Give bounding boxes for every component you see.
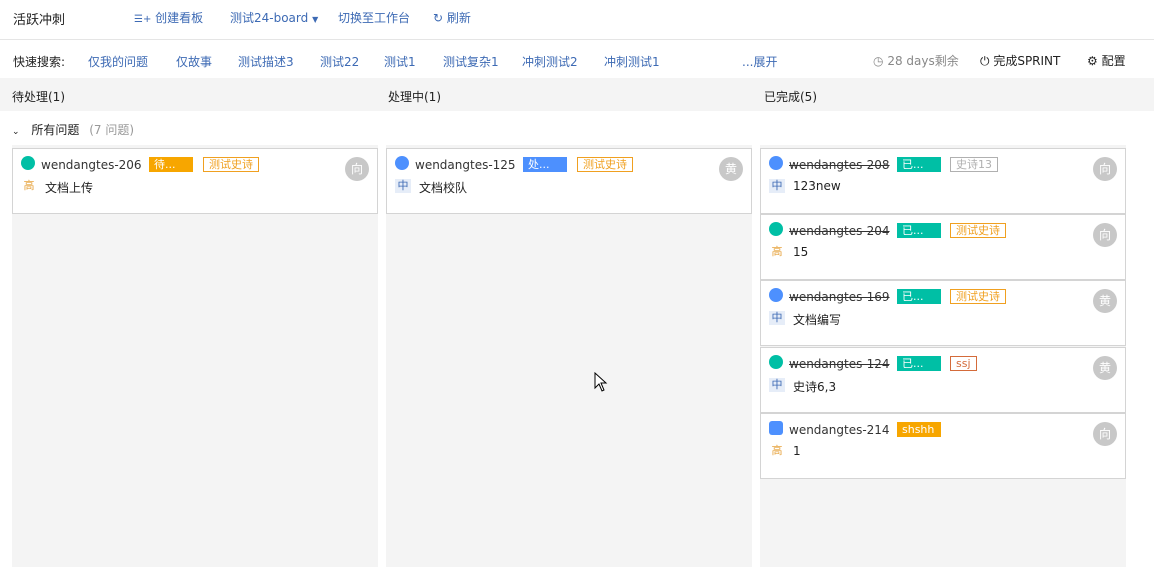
issue-key[interactable]: wendangtes-169 (789, 290, 890, 304)
issue-card[interactable]: wendangtes-124 已... ssj 中 史诗6,3 黄 (760, 347, 1126, 413)
avatar: 黄 (1093, 356, 1117, 380)
epic-tag: 史诗13 (950, 157, 998, 172)
quick-filter-sprint-test1[interactable]: 冲刺测试1 (604, 53, 660, 70)
issue-card[interactable]: wendangtes-125 处... 测试史诗 中 文档校队 黄 (386, 148, 752, 214)
story-icon (21, 156, 35, 170)
issue-summary: 1 (793, 444, 801, 458)
priority-badge: 中 (769, 311, 785, 325)
quick-filter-test1[interactable]: 测试1 (384, 53, 416, 70)
power-icon: ⏻ (980, 54, 990, 68)
refresh-icon: ↻ (433, 11, 444, 25)
gear-icon: ⚙ (1087, 54, 1098, 68)
expand-filters-button[interactable]: ...展开 (742, 53, 777, 70)
task-icon (769, 156, 783, 170)
quick-filter-complex1[interactable]: 测试复杂1 (443, 53, 499, 70)
column-headers: 待处理(1) 处理中(1) 已完成(5) (0, 78, 1154, 111)
quick-filter-stories[interactable]: 仅故事 (176, 53, 212, 70)
status-badge: 已... (897, 356, 941, 371)
status-badge: 处... (523, 157, 567, 172)
quick-filter-desc3[interactable]: 测试描述3 (238, 53, 294, 70)
epic-tag: 测试史诗 (577, 157, 633, 172)
priority-badge: 高 (771, 444, 783, 457)
complete-sprint-label: 完成SPRINT (993, 54, 1061, 68)
days-remaining-label: 28 days剩余 (887, 54, 959, 68)
settings-label: 配置 (1101, 54, 1126, 68)
issue-card[interactable]: wendangtes-214 shshh 高 1 向 (760, 413, 1126, 479)
avatar: 向 (345, 157, 369, 181)
avatar: 向 (1093, 157, 1117, 181)
task-icon (769, 288, 783, 302)
complete-sprint-button[interactable]: ⏻ 完成SPRINT (980, 52, 1060, 69)
task-icon (395, 156, 409, 170)
create-board-label: 创建看板 (155, 11, 204, 25)
status-badge: shshh (897, 422, 941, 437)
issue-summary: 文档校队 (419, 181, 468, 195)
clock-icon: ◷ (873, 54, 884, 68)
priority-badge: 中 (395, 179, 411, 193)
caret-down-icon: ▼ (312, 15, 319, 24)
issue-summary: 史诗6,3 (793, 380, 837, 394)
refresh-button[interactable]: ↻ 刷新 (433, 9, 471, 26)
status-badge: 已... (897, 223, 941, 238)
issue-card[interactable]: wendangtes-204 已... 测试史诗 高 15 向 (760, 214, 1126, 280)
quick-search-bar: 快速搜索: 仅我的问题 仅故事 测试描述3 测试22 测试1 测试复杂1 冲刺测… (0, 40, 1154, 78)
column-header-todo: 待处理(1) (12, 90, 65, 104)
avatar: 黄 (719, 157, 743, 181)
swimlane-count: (7 问题) (89, 123, 135, 137)
epic-tag: 测试史诗 (203, 157, 259, 172)
refresh-label: 刷新 (446, 11, 471, 25)
quick-filter-my-issues[interactable]: 仅我的问题 (88, 53, 148, 70)
page-title: 活跃冲刺 (13, 13, 66, 28)
avatar: 向 (1093, 422, 1117, 446)
priority-badge: 高 (771, 245, 783, 258)
board-select-label: 测试24-board (230, 11, 309, 25)
issue-key[interactable]: wendangtes-206 (41, 158, 142, 172)
epic-tag: ssj (950, 356, 977, 371)
swimlane-title: 所有问题 (31, 123, 80, 137)
quick-filter-sprint-test2[interactable]: 冲刺测试2 (522, 53, 578, 70)
epic-tag: 测试史诗 (950, 289, 1006, 304)
avatar: 黄 (1093, 289, 1117, 313)
swimlane-header[interactable]: ⌄ 所有问题 (7 问题) (12, 121, 134, 138)
issue-summary: 文档编写 (793, 313, 842, 327)
issue-card[interactable]: wendangtes-169 已... 测试史诗 中 文档编写 黄 (760, 280, 1126, 346)
issue-summary: 15 (793, 245, 809, 259)
column-header-inprogress: 处理中(1) (388, 90, 441, 104)
status-badge: 已... (897, 289, 941, 304)
issue-key[interactable]: wendangtes-125 (415, 158, 516, 172)
priority-badge: 高 (23, 179, 35, 192)
mouse-cursor-icon (594, 372, 608, 392)
issue-summary: 文档上传 (45, 181, 94, 195)
priority-badge: 中 (769, 378, 785, 392)
status-badge: 待... (149, 157, 193, 172)
story-icon (769, 355, 783, 369)
issue-key[interactable]: wendangtes-208 (789, 158, 890, 172)
create-board-button[interactable]: ☰+ 创建看板 (134, 9, 203, 26)
subtask-icon (769, 421, 783, 435)
status-badge: 已... (897, 157, 941, 172)
issue-key[interactable]: wendangtes-204 (789, 224, 890, 238)
issue-key[interactable]: wendangtes-214 (789, 423, 890, 437)
column-header-done: 已完成(5) (764, 90, 817, 104)
issue-card[interactable]: wendangtes-206 待... 测试史诗 高 文档上传 向 (12, 148, 378, 214)
top-toolbar: 活跃冲刺 ☰+ 创建看板 测试24-board ▼ 切换至工作台 ↻ 刷新 (0, 0, 1154, 40)
chevron-down-icon: ⌄ (12, 127, 20, 137)
quick-search-label: 快速搜索: (13, 55, 66, 69)
avatar: 向 (1093, 223, 1117, 247)
list-add-icon: ☰+ (134, 14, 152, 25)
issue-summary: 123new (793, 179, 841, 193)
priority-badge: 中 (769, 179, 785, 193)
quick-filter-test22[interactable]: 测试22 (320, 53, 359, 70)
epic-tag: 测试史诗 (950, 223, 1006, 238)
days-remaining: ◷ 28 days剩余 (873, 52, 959, 69)
issue-card[interactable]: wendangtes-208 已... 史诗13 中 123new 向 (760, 148, 1126, 214)
settings-button[interactable]: ⚙ 配置 (1087, 52, 1126, 69)
switch-workspace-button[interactable]: 切换至工作台 (338, 9, 410, 26)
issue-key[interactable]: wendangtes-124 (789, 357, 890, 371)
board-select[interactable]: 测试24-board ▼ (230, 9, 318, 26)
story-icon (769, 222, 783, 236)
